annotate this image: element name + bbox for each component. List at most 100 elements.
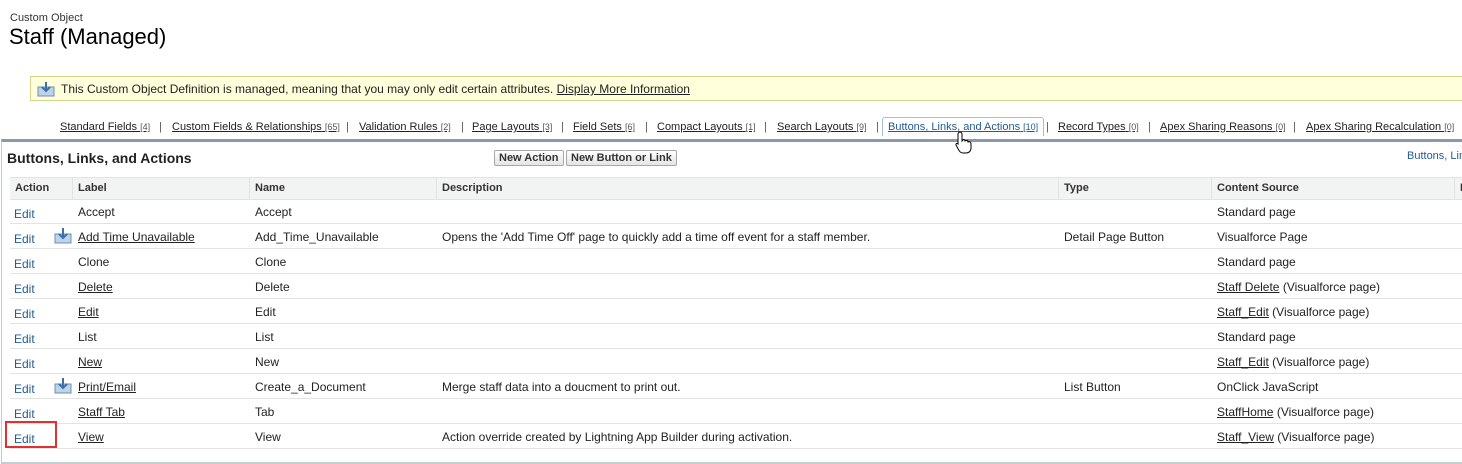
description-cell: Merge staff data into a doucment to prin… — [442, 380, 681, 394]
content-source-link[interactable]: StaffHome — [1217, 405, 1273, 419]
panel-title: Buttons, Links, and Actions — [7, 150, 192, 166]
description-cell: Opens the 'Add Time Off' page to quickly… — [442, 230, 871, 244]
notice-text: This Custom Object Definition is managed… — [61, 82, 554, 96]
table-row: Edit Print/Email Create_a_Document Merge st… — [10, 374, 1462, 399]
name-cell: List — [255, 330, 274, 344]
tab-standard-fields[interactable]: Standard Fields [4] — [60, 121, 150, 133]
label-cell[interactable]: Edit — [78, 305, 99, 319]
object-type-label: Custom Object — [10, 12, 83, 24]
table-row: Edit Edit Edit Staff_Edit (Visualforce page… — [10, 299, 1462, 324]
tab-count: [2] — [440, 122, 451, 132]
description-cell: Action override created by Lightning App… — [442, 430, 793, 444]
edit-link[interactable]: Edit — [14, 382, 35, 396]
tab-label: Standard Fields — [60, 121, 138, 133]
name-cell: Add_Time_Unavailable — [255, 230, 379, 244]
table-row: Edit Add Time Unavailable Add_Time_Unavail… — [10, 224, 1462, 249]
content-source-text: (Visualforce page) — [1268, 305, 1370, 319]
type-cell: List Button — [1064, 380, 1121, 394]
tab-separator: | — [645, 121, 648, 133]
tab-label: Custom Fields & Relationships — [172, 121, 322, 133]
content-source-text: Standard page — [1217, 330, 1296, 344]
tab-count: [10] — [1023, 122, 1039, 132]
edit-link[interactable]: Edit — [14, 232, 35, 246]
buttons-links-actions-panel: Buttons, Links, and Actions New Action N… — [1, 139, 1462, 464]
edit-link[interactable]: Edit — [14, 332, 35, 346]
table-row: Edit List List Standard page — [10, 324, 1462, 349]
tab-record-types[interactable]: Record Types [0] — [1058, 121, 1139, 133]
column-header-action[interactable]: Action — [15, 182, 49, 194]
content-source-text: Standard page — [1217, 255, 1296, 269]
tab-count: [4] — [140, 122, 151, 132]
tab-count: [1] — [745, 122, 756, 132]
label-cell: Clone — [78, 255, 110, 269]
content-source-text: Standard page — [1217, 205, 1296, 219]
table-row: Edit Accept Accept Standard page — [10, 199, 1462, 224]
edit-link[interactable]: Edit — [14, 357, 35, 371]
tab-count: [0] — [1275, 122, 1286, 132]
tab-field-sets[interactable]: Field Sets [6] — [573, 121, 635, 133]
content-source-cell: Standard page — [1217, 330, 1296, 344]
related-list-tabs: Standard Fields [4] Custom Fields & Relat… — [0, 117, 1462, 139]
display-more-information-link[interactable]: Display More Information — [557, 82, 690, 96]
tab-custom-fields-relationships[interactable]: Custom Fields & Relationships [65] — [172, 121, 340, 133]
content-source-text: (Visualforce page) — [1268, 355, 1370, 369]
tab-label: Compact Layouts — [657, 121, 743, 133]
managed-package-icon — [54, 227, 72, 247]
column-header-label[interactable]: Label — [78, 182, 107, 194]
column-header-content-source[interactable]: Content Source — [1217, 182, 1299, 194]
tab-label: Page Layouts — [472, 121, 540, 133]
content-source-cell: Staff_Edit (Visualforce page) — [1217, 355, 1369, 369]
tab-apex-sharing-reasons[interactable]: Apex Sharing Reasons [0] — [1160, 121, 1286, 133]
buttons-links-help-link[interactable]: Buttons, Lin — [1407, 150, 1462, 162]
label-cell[interactable]: Print/Email — [78, 380, 136, 394]
content-source-link[interactable]: Staff Delete — [1217, 280, 1279, 294]
type-cell: Detail Page Button — [1064, 230, 1165, 244]
column-header-name[interactable]: Name — [255, 182, 285, 194]
content-source-cell: Staff_Edit (Visualforce page) — [1217, 305, 1369, 319]
tab-separator: | — [461, 121, 464, 133]
tab-apex-sharing-recalculation[interactable]: Apex Sharing Recalculation [0] — [1306, 121, 1454, 133]
tab-label: Apex Sharing Reasons — [1160, 121, 1273, 133]
tab-compact-layouts[interactable]: Compact Layouts [1] — [657, 121, 756, 133]
content-source-cell: Standard page — [1217, 255, 1296, 269]
label-cell[interactable]: Delete — [78, 280, 113, 294]
edit-link[interactable]: Edit — [14, 407, 35, 421]
name-cell: Accept — [255, 205, 292, 219]
name-cell: Clone — [255, 255, 287, 269]
content-source-text: (Visualforce page) — [1279, 280, 1380, 294]
content-source-cell: OnClick JavaScript — [1217, 380, 1318, 394]
managed-notice: This Custom Object Definition is managed… — [30, 76, 1462, 101]
new-button-or-link-button[interactable]: New Button or Link — [566, 150, 677, 166]
label-cell[interactable]: Add Time Unavailable — [78, 230, 195, 244]
name-cell: View — [255, 430, 281, 444]
label-cell[interactable]: New — [78, 355, 102, 369]
label-cell[interactable]: View — [78, 430, 104, 444]
tab-label: Apex Sharing Recalculation — [1306, 121, 1442, 133]
column-header-description[interactable]: Description — [442, 182, 503, 194]
label-cell[interactable]: Staff Tab — [78, 405, 125, 419]
tab-validation-rules[interactable]: Validation Rules [2] — [359, 121, 451, 133]
label-cell: Accept — [78, 205, 115, 219]
tab-separator: | — [876, 121, 879, 133]
content-source-cell: StaffHome (Visualforce page) — [1217, 405, 1374, 419]
content-source-link[interactable]: Staff_Edit — [1217, 355, 1269, 369]
edit-link[interactable]: Edit — [14, 207, 35, 221]
edit-link[interactable]: Edit — [14, 257, 35, 271]
tab-separator: | — [159, 121, 162, 133]
tab-label: Search Layouts — [777, 121, 854, 133]
content-source-cell: Visualforce Page — [1217, 230, 1308, 244]
name-cell: Create_a_Document — [255, 380, 366, 394]
edit-link[interactable]: Edit — [14, 282, 35, 296]
name-cell: Edit — [255, 305, 276, 319]
content-source-link[interactable]: Staff_Edit — [1217, 305, 1269, 319]
tab-search-layouts[interactable]: Search Layouts [9] — [777, 121, 867, 133]
tab-page-layouts[interactable]: Page Layouts [3] — [472, 121, 552, 133]
edit-link[interactable]: Edit — [14, 307, 35, 321]
content-source-link[interactable]: Staff_View — [1217, 430, 1274, 444]
table-row: Edit View View Action override created by L… — [10, 424, 1462, 449]
content-source-text: Visualforce Page — [1217, 230, 1308, 244]
page-title: Staff (Managed) — [9, 24, 167, 49]
column-header-type[interactable]: Type — [1064, 182, 1089, 194]
new-action-button[interactable]: New Action — [494, 150, 564, 166]
highlight-box — [5, 421, 57, 448]
